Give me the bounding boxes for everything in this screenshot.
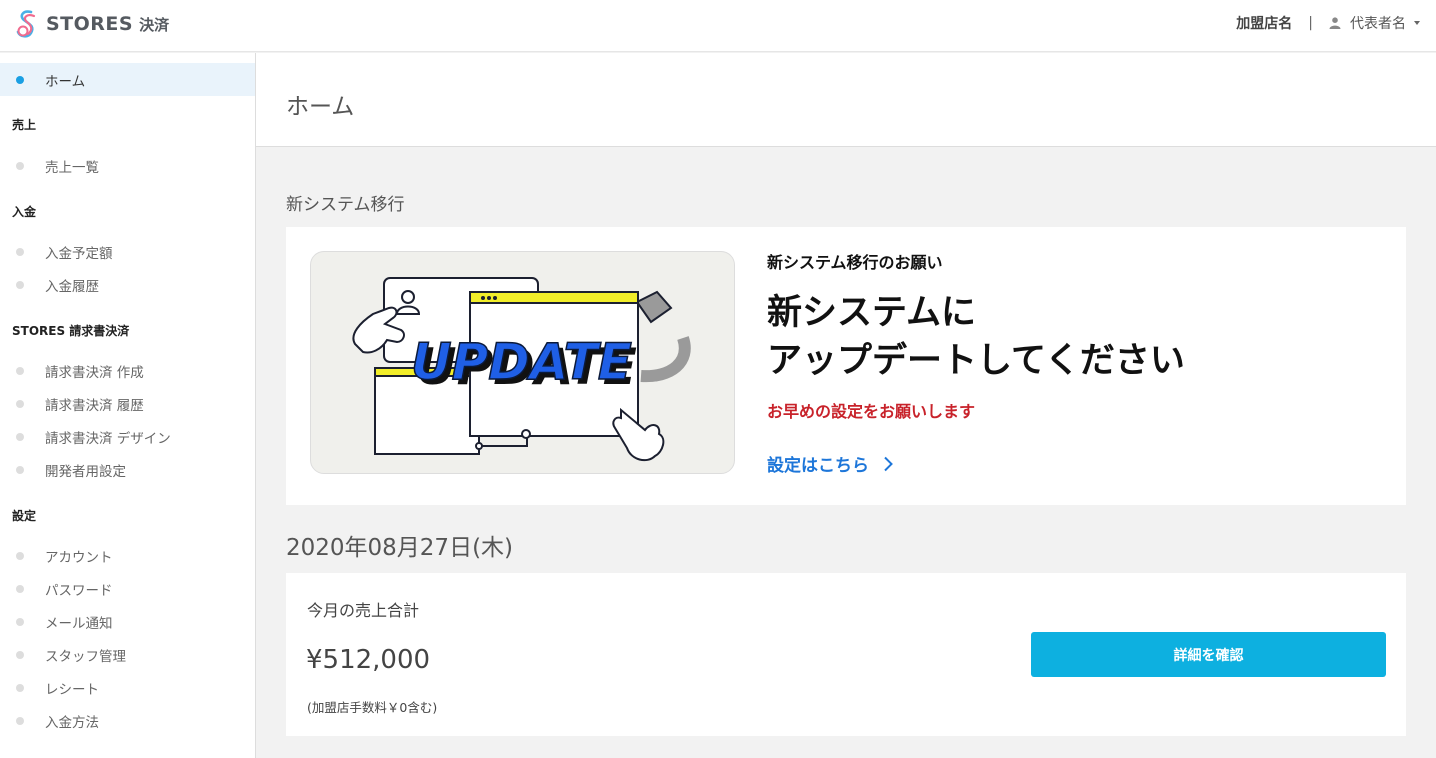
bullet-icon — [16, 683, 24, 692]
banner-warning: お早めの設定をお願いします — [767, 402, 976, 421]
sidebar-item-staff-management[interactable]: スタッフ管理 — [0, 638, 255, 671]
banner-title-line-1: 新システムに — [767, 293, 976, 333]
sidebar-item-label: 請求書決済 履歴 — [45, 397, 144, 414]
migration-banner: UPDATE UPDATE 新システム移行のお願い 新システムに アップデートし… — [286, 227, 1406, 505]
bullet-icon — [16, 650, 24, 659]
view-details-button[interactable]: 詳細を確認 — [1031, 632, 1386, 677]
sidebar-item-label: 売上一覧 — [45, 159, 99, 176]
sidebar: ホーム 売上 売上一覧 入金 入金予定額 入金履歴 STORES 請求書決済 請… — [0, 53, 256, 758]
sidebar-item-account[interactable]: アカウント — [0, 539, 255, 572]
sidebar-item-invoice-design[interactable]: 請求書決済 デザイン — [0, 420, 255, 453]
banner-subtitle: 新システム移行のお願い — [767, 253, 943, 272]
store-name: 加盟店名 — [1236, 16, 1293, 32]
bullet-icon — [16, 75, 24, 84]
stores-logo[interactable]: STORES 決済 — [14, 8, 169, 40]
date-label: 2020年08月27日(木) — [286, 535, 514, 561]
update-illustration-image: UPDATE UPDATE — [352, 277, 691, 462]
bullet-icon — [16, 716, 24, 725]
banner-title: 新システムに アップデートしてください — [767, 289, 1185, 385]
bullet-icon — [16, 432, 24, 441]
sidebar-item-password[interactable]: パスワード — [0, 572, 255, 605]
chevron-right-icon — [884, 456, 893, 471]
migration-section-label: 新システム移行 — [286, 195, 405, 215]
sidebar-item-label: アカウント — [45, 549, 113, 566]
page-title: ホーム — [286, 94, 355, 120]
update-text: UPDATE — [411, 333, 632, 391]
sidebar-item-label: パスワード — [45, 582, 113, 599]
monthly-sales-card: 今月の売上合計 ¥512,000 (加盟店手数料￥0含む) 詳細を確認 — [286, 573, 1406, 736]
chevron-down-icon[interactable] — [1414, 21, 1420, 25]
sidebar-item-label: 請求書決済 作成 — [45, 364, 144, 381]
representative-menu[interactable]: 代表者名 — [1350, 13, 1406, 33]
stores-logo-icon — [16, 10, 36, 38]
sidebar-item-label: 入金履歴 — [45, 278, 99, 295]
sidebar-section-settings: 設定 — [12, 509, 37, 523]
sales-fee-note: (加盟店手数料￥0含む) — [307, 700, 438, 715]
bullet-icon — [16, 465, 24, 474]
bullet-icon — [16, 617, 24, 626]
sidebar-item-label: ホーム — [45, 73, 86, 90]
sidebar-item-label: スタッフ管理 — [45, 648, 126, 665]
sidebar-item-home[interactable]: ホーム — [0, 63, 255, 96]
bullet-icon — [16, 366, 24, 375]
page-header: ホーム — [256, 53, 1436, 147]
sidebar-item-deposit-schedule[interactable]: 入金予定額 — [0, 235, 255, 268]
sidebar-item-receipt[interactable]: レシート — [0, 671, 255, 704]
top-header: STORES 決済 加盟店名 | 代表者名 — [0, 0, 1436, 52]
bullet-icon — [16, 280, 24, 289]
sidebar-item-deposit-method[interactable]: 入金方法 — [0, 704, 255, 737]
sidebar-item-label: 入金方法 — [45, 714, 99, 731]
sidebar-item-mail-notification[interactable]: メール通知 — [0, 605, 255, 638]
header-separator: | — [1308, 15, 1313, 31]
sidebar-item-label: 開発者用設定 — [45, 463, 126, 480]
sidebar-item-invoice-history[interactable]: 請求書決済 履歴 — [0, 387, 255, 420]
sidebar-item-developer-settings[interactable]: 開発者用設定 — [0, 453, 255, 486]
sidebar-item-label: メール通知 — [45, 615, 113, 632]
header-account-area: 加盟店名 | 代表者名 — [1236, 13, 1420, 33]
bullet-icon — [16, 399, 24, 408]
update-illustration[interactable]: UPDATE UPDATE — [310, 251, 735, 474]
sidebar-item-invoice-create[interactable]: 請求書決済 作成 — [0, 354, 255, 387]
sidebar-item-label: 請求書決済 デザイン — [45, 430, 171, 447]
sidebar-item-sales-list[interactable]: 売上一覧 — [0, 149, 255, 182]
sidebar-section-invoice: STORES 請求書決済 — [12, 324, 130, 338]
bullet-icon — [16, 584, 24, 593]
banner-title-line-2: アップデートしてください — [767, 341, 1185, 381]
sidebar-item-label: 入金予定額 — [45, 245, 113, 262]
sidebar-section-deposit: 入金 — [12, 205, 37, 219]
sidebar-section-sales: 売上 — [12, 118, 37, 132]
logo-text: STORES — [46, 13, 134, 35]
bullet-icon — [16, 551, 24, 560]
sales-amount: ¥512,000 — [306, 645, 431, 675]
user-icon — [1329, 17, 1341, 29]
sidebar-item-label: レシート — [45, 681, 99, 698]
settings-link[interactable]: 設定はこちら — [767, 451, 893, 476]
settings-link-label: 設定はこちら — [767, 456, 869, 476]
bullet-icon — [16, 161, 24, 170]
logo-subtext: 決済 — [139, 15, 170, 34]
sidebar-item-deposit-history[interactable]: 入金履歴 — [0, 268, 255, 301]
bullet-icon — [16, 247, 24, 256]
sales-title: 今月の売上合計 — [307, 601, 420, 620]
